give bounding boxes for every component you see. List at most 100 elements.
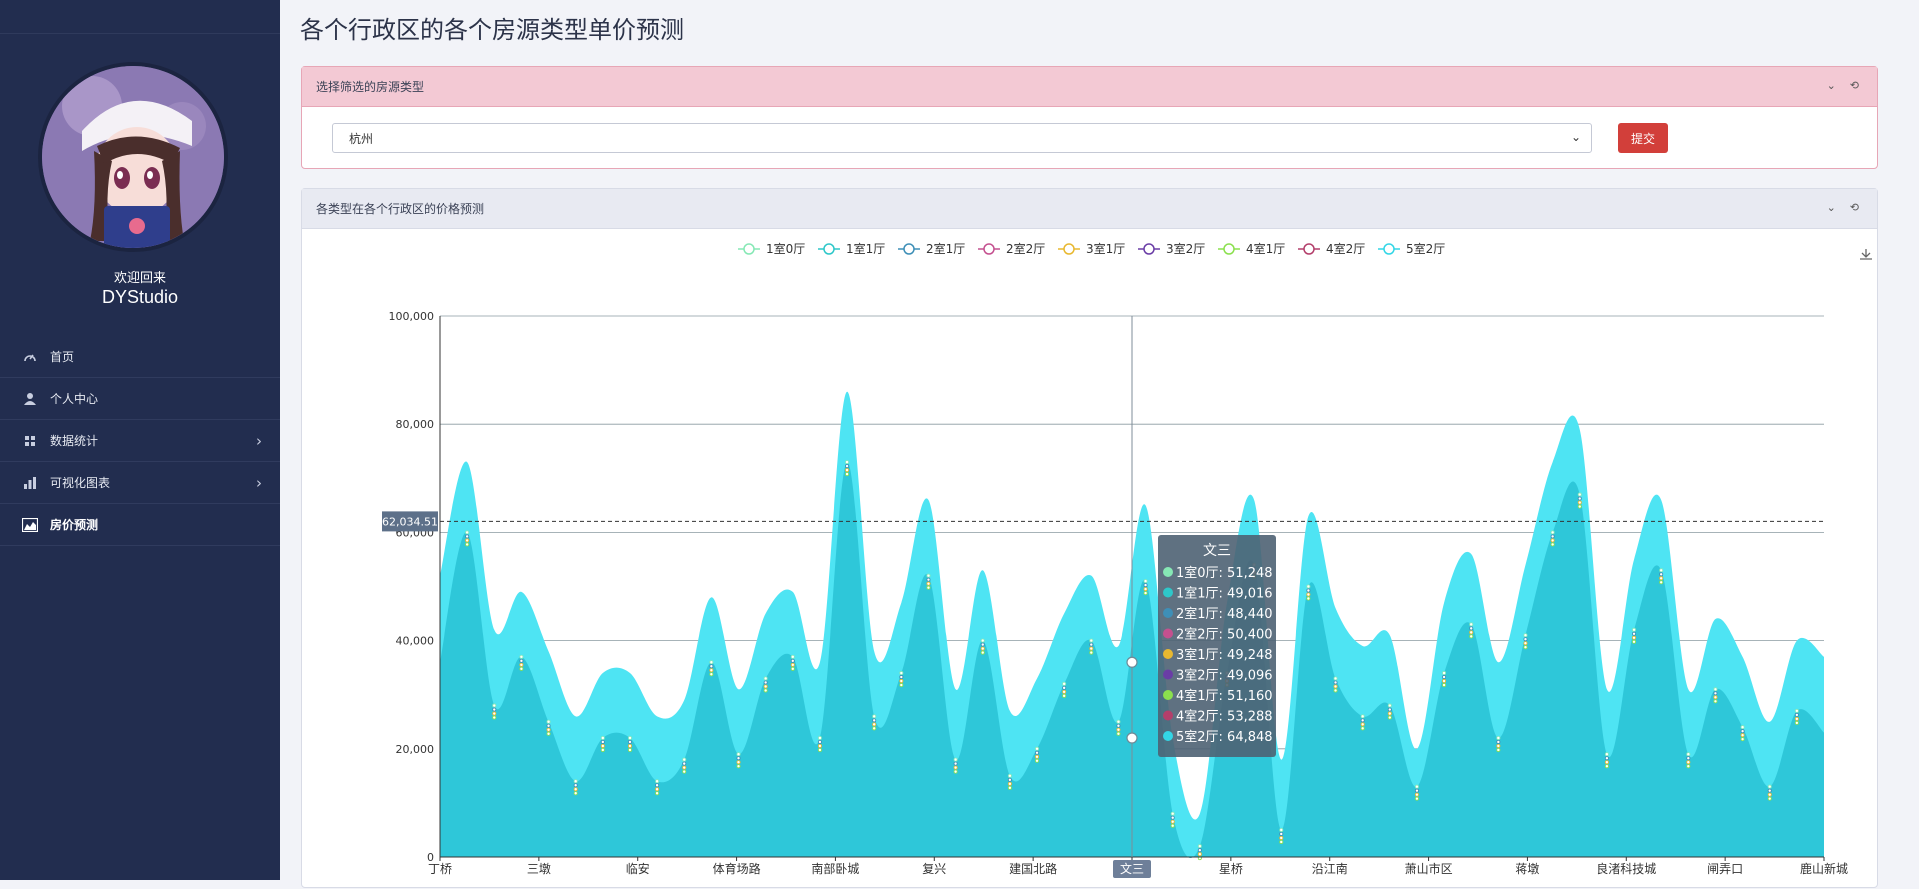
data-point: [1523, 641, 1528, 646]
x-tick-label: 萧山市区: [1405, 861, 1453, 876]
legend-item[interactable]: 5室2厅: [1406, 241, 1445, 256]
legend-item[interactable]: 3室1厅: [1086, 241, 1125, 256]
legend-marker: [1143, 243, 1155, 255]
filter-panel-title: 选择筛选的房源类型: [316, 80, 425, 94]
data-point: [1577, 504, 1582, 509]
data-point: [573, 783, 578, 788]
data-point: [1469, 622, 1474, 627]
sidebar-item-statistics[interactable]: 数据统计 ›: [0, 420, 280, 462]
data-point: [953, 761, 958, 766]
data-point: [845, 460, 850, 465]
data-point: [1387, 711, 1392, 716]
collapse-icon[interactable]: ⌄: [1827, 79, 1836, 92]
data-point: [872, 726, 877, 731]
data-point: [709, 664, 714, 669]
data-point: [1414, 784, 1419, 789]
data-point: [1197, 844, 1202, 849]
data-point: [1767, 784, 1772, 789]
hover-point: [1126, 732, 1138, 744]
data-point: [1116, 731, 1121, 736]
data-point: [1686, 760, 1691, 765]
legend-item[interactable]: 3室2厅: [1166, 241, 1205, 256]
data-point: [1740, 733, 1745, 738]
submit-button[interactable]: 提交: [1618, 123, 1668, 153]
y-tick-label: 100,000: [389, 310, 435, 323]
data-point: [1035, 750, 1040, 755]
x-tick-label: 临安: [626, 861, 650, 876]
refresh-icon[interactable]: ⟲: [1850, 79, 1859, 92]
data-point: [1632, 627, 1637, 632]
y-tick-label: 40,000: [396, 635, 435, 648]
data-point: [763, 680, 768, 685]
data-point: [1035, 754, 1040, 759]
data-point: [546, 723, 551, 728]
data-point: [926, 581, 931, 586]
data-point: [926, 585, 931, 590]
tooltip-row: 3室2厅: 49,096: [1176, 668, 1273, 684]
tooltip-row: 1室0厅: 51,248: [1176, 565, 1273, 581]
data-point: [899, 679, 904, 684]
y-tick-label: 20,000: [396, 743, 435, 756]
x-tick-label: 星桥: [1219, 862, 1243, 876]
data-point: [1577, 496, 1582, 501]
data-point: [1414, 796, 1419, 801]
legend-item[interactable]: 1室0厅: [766, 241, 805, 256]
collapse-icon[interactable]: ⌄: [1827, 201, 1836, 214]
data-point: [763, 676, 768, 681]
data-point: [736, 764, 741, 769]
refresh-icon[interactable]: ⟲: [1850, 201, 1859, 214]
data-point: [709, 672, 714, 677]
legend-item[interactable]: 1室1厅: [846, 241, 885, 256]
data-point: [1360, 718, 1365, 723]
data-point: [1387, 703, 1392, 708]
sidebar-item-charts[interactable]: 可视化图表 ›: [0, 462, 280, 504]
data-point: [1632, 631, 1637, 636]
data-point: [465, 534, 470, 539]
data-point: [1414, 792, 1419, 797]
tooltip-marker: [1163, 649, 1173, 659]
sidebar-item-label: 房价预测: [50, 518, 99, 532]
legend-marker: [823, 243, 835, 255]
data-point: [627, 735, 632, 740]
data-point: [1062, 681, 1067, 686]
data-point: [1143, 583, 1148, 588]
data-point: [1279, 827, 1284, 832]
sidebar-item-profile[interactable]: 个人中心: [0, 378, 280, 420]
data-point: [1035, 746, 1040, 751]
data-point: [1279, 835, 1284, 840]
sidebar-item-label: 首页: [50, 350, 75, 364]
legend-item[interactable]: 2室2厅: [1006, 241, 1045, 256]
x-tick-label: 体育场路: [713, 861, 761, 876]
filter-panel-header: 选择筛选的房源类型 ⌄ ⟲: [302, 67, 1877, 107]
avatar[interactable]: [38, 62, 228, 252]
legend-item[interactable]: 2室1厅: [926, 241, 965, 256]
legend-item[interactable]: 4室2厅: [1326, 241, 1365, 256]
data-point: [465, 530, 470, 535]
data-point: [682, 769, 687, 774]
data-point: [1523, 637, 1528, 642]
data-point: [492, 715, 497, 720]
tooltip-row: 2室2厅: 50,400: [1176, 627, 1273, 643]
username: DYStudio: [101, 287, 179, 307]
download-icon[interactable]: [1860, 249, 1872, 260]
data-point: [1550, 530, 1555, 535]
sidebar-item-price-prediction[interactable]: 房价预测: [0, 504, 280, 546]
legend-marker: [1303, 243, 1315, 255]
sidebar-item-home[interactable]: 首页: [0, 336, 280, 378]
price-area-chart[interactable]: 020,00040,00060,00080,000100,000丁桥 三墩 临安 体育…: [302, 229, 1877, 889]
data-point: [1496, 735, 1501, 740]
page-title: 各个行政区的各个房源类型单价预测: [300, 16, 684, 44]
data-point: [682, 765, 687, 770]
data-point: [1062, 685, 1067, 690]
data-point: [1604, 752, 1609, 757]
city-select[interactable]: 杭州 ⌄: [332, 123, 1592, 153]
grid-icon: [22, 433, 38, 449]
data-point: [736, 756, 741, 761]
data-point: [1333, 680, 1338, 685]
data-point: [1089, 646, 1094, 651]
data-point: [465, 542, 470, 547]
legend-item[interactable]: 4室1厅: [1246, 241, 1285, 256]
chart-panel-header: 各类型在各个行政区的价格预测 ⌄ ⟲: [302, 189, 1877, 229]
data-point: [1767, 796, 1772, 801]
data-point: [546, 727, 551, 732]
